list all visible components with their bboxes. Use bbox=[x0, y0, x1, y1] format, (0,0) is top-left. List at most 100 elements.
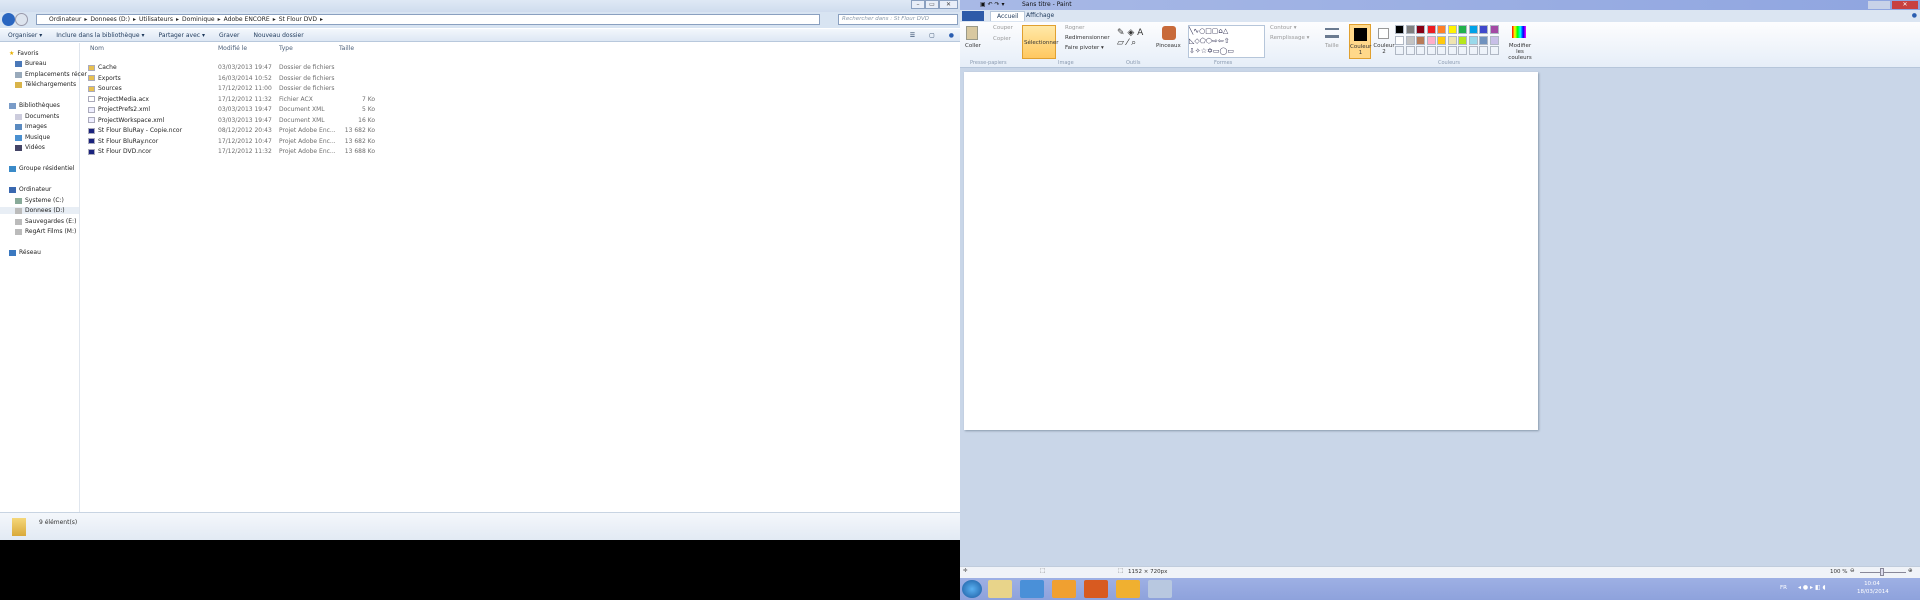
taskbar-outlook[interactable] bbox=[1116, 580, 1140, 598]
palette-color[interactable] bbox=[1447, 35, 1457, 45]
resize-button[interactable]: Redimensionner bbox=[1065, 35, 1110, 41]
shapes-gallery[interactable]: ╲∿○□▢⌂△ ◺◇⬠⬡⇨⇦⇧ ⇩✧☆✡▭◯▭ bbox=[1188, 25, 1265, 58]
taskbar-ie[interactable] bbox=[1020, 580, 1044, 598]
column-name[interactable]: Nom bbox=[88, 45, 218, 52]
nav-drive-m[interactable]: RegArt Films (M:) bbox=[15, 228, 76, 235]
edit-colors-icon[interactable] bbox=[1512, 26, 1526, 38]
size-icon[interactable] bbox=[1325, 28, 1339, 38]
file-row[interactable]: ProjectWorkspace.xml 03/03/2013 19:47 Docu… bbox=[88, 117, 375, 124]
palette-color[interactable] bbox=[1395, 25, 1404, 34]
minmax-buttons[interactable] bbox=[1868, 1, 1890, 9]
palette-empty-slot[interactable] bbox=[1447, 46, 1457, 55]
breadcrumb-5[interactable]: St Flour DVD bbox=[279, 16, 317, 23]
close-button[interactable]: ✕ bbox=[1892, 1, 1918, 9]
language-indicator[interactable]: FR bbox=[1780, 585, 1787, 591]
taskbar-paint[interactable] bbox=[1148, 580, 1172, 598]
palette-color[interactable] bbox=[1405, 25, 1415, 34]
maximize-button[interactable]: ▭ bbox=[925, 0, 939, 9]
fill-button[interactable]: Remplissage ▾ bbox=[1270, 35, 1309, 41]
palette-color[interactable] bbox=[1426, 25, 1436, 34]
nav-homegroup[interactable]: Groupe résidentiel bbox=[9, 165, 74, 172]
brush-icon[interactable] bbox=[1162, 26, 1176, 40]
nav-desktop[interactable]: Bureau bbox=[15, 60, 46, 67]
quick-access-icons[interactable]: ▣ ↶ ↷ ▾ bbox=[980, 0, 1004, 10]
brushes-button[interactable]: Pinceaux bbox=[1156, 43, 1181, 49]
breadcrumb-3[interactable]: Dominique bbox=[182, 16, 215, 23]
new-folder-button[interactable]: Nouveau dossier bbox=[254, 32, 304, 39]
column-size[interactable]: Taille bbox=[339, 45, 375, 52]
file-row[interactable]: St Flour DVD.ncor 17/12/2012 11:32 Projet … bbox=[88, 148, 375, 155]
breadcrumb-1[interactable]: Donnees (D:) bbox=[90, 16, 130, 23]
nav-drive-d[interactable]: Donnees (D:) bbox=[0, 207, 79, 214]
file-row[interactable]: Exports 16/03/2014 10:52 Dossier de fichie… bbox=[88, 75, 375, 82]
share-button[interactable]: Partager avec ▾ bbox=[158, 32, 205, 39]
palette-color[interactable] bbox=[1437, 25, 1446, 34]
palette-color[interactable] bbox=[1468, 35, 1478, 45]
file-row[interactable]: St Flour BluRay.ncor 17/12/2012 10:47 Proj… bbox=[88, 138, 375, 145]
palette-color[interactable] bbox=[1458, 35, 1467, 45]
view-icon[interactable]: ☰ bbox=[910, 32, 915, 39]
palette-color[interactable] bbox=[1416, 25, 1425, 34]
palette-empty-slot[interactable] bbox=[1468, 46, 1478, 55]
tray-icons[interactable]: ◂ ● ▸ ◧ ◖ bbox=[1798, 584, 1826, 591]
breadcrumb-0[interactable]: Ordinateur bbox=[49, 16, 81, 23]
color1-button[interactable]: Couleur 1 bbox=[1349, 24, 1371, 59]
rotate-button[interactable]: Faire pivoter ▾ bbox=[1065, 45, 1104, 51]
palette-color[interactable] bbox=[1416, 35, 1425, 45]
color2-button[interactable]: Couleur 2 bbox=[1373, 24, 1395, 59]
nav-downloads[interactable]: Téléchargements bbox=[15, 81, 76, 88]
palette-empty-slot[interactable] bbox=[1489, 46, 1499, 55]
include-library-button[interactable]: Inclure dans la bibliothèque ▾ bbox=[56, 32, 144, 39]
palette-color[interactable] bbox=[1479, 25, 1488, 34]
file-row[interactable]: ProjectPrefs2.xml 03/03/2013 19:47 Documen… bbox=[88, 106, 375, 113]
paint-menu-button[interactable] bbox=[962, 11, 984, 21]
outline-button[interactable]: Contour ▾ bbox=[1270, 25, 1296, 31]
file-row[interactable]: St Flour BluRay - Copie.ncor 08/12/2012 2… bbox=[88, 127, 375, 134]
select-button[interactable]: Sélectionner bbox=[1022, 25, 1058, 59]
crop-button[interactable]: Rogner bbox=[1065, 25, 1085, 31]
clock-date[interactable]: 18/03/2014 bbox=[1857, 589, 1889, 595]
cut-button[interactable]: Couper bbox=[993, 25, 1013, 31]
nav-images[interactable]: Images bbox=[15, 123, 47, 130]
palette-empty-slot[interactable] bbox=[1395, 46, 1404, 55]
nav-music[interactable]: Musique bbox=[15, 134, 50, 141]
burn-button[interactable]: Graver bbox=[219, 32, 240, 39]
forward-button[interactable] bbox=[15, 13, 28, 26]
tool-icons[interactable]: ✎ ◈ A ▱ ⁄ ⌕ bbox=[1117, 28, 1143, 48]
breadcrumb-4[interactable]: Adobe ENCORE bbox=[224, 16, 270, 23]
zoom-out-button[interactable]: ⊖ bbox=[1850, 568, 1855, 574]
palette-color[interactable] bbox=[1479, 35, 1488, 45]
close-button[interactable]: ✕ bbox=[939, 0, 958, 9]
start-button[interactable] bbox=[962, 580, 982, 598]
file-row[interactable]: ProjectMedia.acx 17/12/2012 11:32 Fichier … bbox=[88, 96, 375, 103]
palette-empty-slot[interactable] bbox=[1458, 46, 1467, 55]
help-icon[interactable]: ● bbox=[1912, 12, 1917, 19]
size-button[interactable]: Taille bbox=[1325, 43, 1339, 49]
taskbar-firefox[interactable] bbox=[1084, 580, 1108, 598]
preview-pane-icon[interactable]: ▢ bbox=[929, 32, 935, 39]
palette-empty-slot[interactable] bbox=[1479, 46, 1488, 55]
nav-videos[interactable]: Vidéos bbox=[15, 144, 45, 151]
help-icon[interactable]: ● bbox=[949, 32, 954, 39]
palette-empty-slot[interactable] bbox=[1426, 46, 1436, 55]
organize-button[interactable]: Organiser ▾ bbox=[8, 32, 42, 39]
nav-favorites[interactable]: ★ Favoris bbox=[9, 50, 38, 57]
copy-button[interactable]: Copier bbox=[993, 36, 1011, 42]
search-input[interactable]: Rechercher dans : St Flour DVD bbox=[838, 14, 958, 25]
nav-documents[interactable]: Documents bbox=[15, 113, 59, 120]
palette-color[interactable] bbox=[1426, 35, 1436, 45]
palette-color[interactable] bbox=[1395, 35, 1404, 45]
edit-colors-button[interactable]: Modifier les couleurs bbox=[1505, 43, 1535, 61]
nav-drive-e[interactable]: Sauvegardes (E:) bbox=[15, 218, 76, 225]
nav-network[interactable]: Réseau bbox=[9, 249, 41, 256]
column-modified[interactable]: Modifié le bbox=[218, 45, 279, 52]
paste-button[interactable]: Coller bbox=[965, 43, 981, 49]
palette-empty-slot[interactable] bbox=[1416, 46, 1425, 55]
paste-icon[interactable] bbox=[966, 26, 978, 40]
taskbar-media[interactable] bbox=[1052, 580, 1076, 598]
palette-empty-slot[interactable] bbox=[1437, 46, 1446, 55]
palette-color[interactable] bbox=[1489, 25, 1499, 34]
clock-time[interactable]: 10:04 bbox=[1857, 581, 1887, 587]
tab-view[interactable]: Affichage bbox=[1026, 12, 1054, 19]
zoom-in-button[interactable]: ⊕ bbox=[1908, 568, 1913, 574]
